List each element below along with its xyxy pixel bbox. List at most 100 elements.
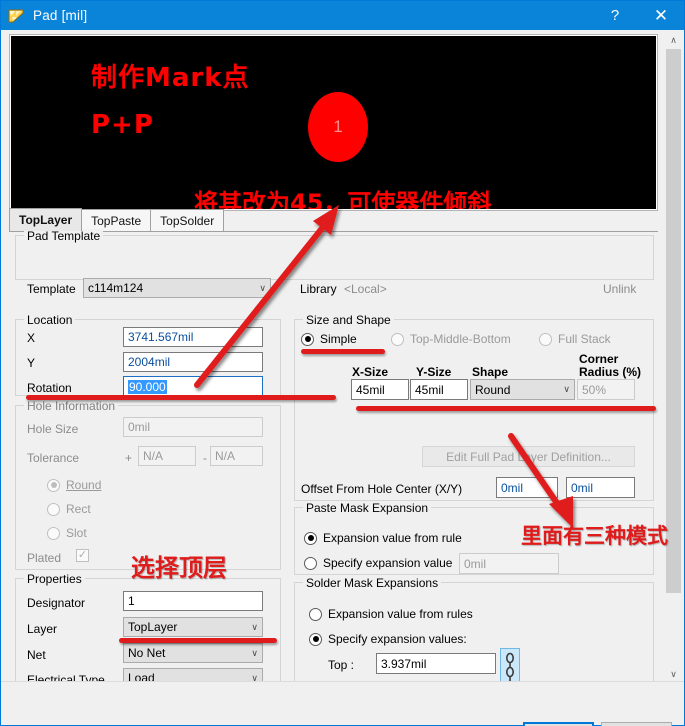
designator-label: Designator — [27, 596, 85, 610]
markup-underline-simple — [301, 349, 385, 354]
close-button[interactable]: ✕ — [638, 1, 684, 30]
location-y-value: 2004mil — [128, 355, 170, 369]
net-combo[interactable]: No Net ∨ — [123, 643, 263, 663]
corner-radius-header-line2: Radius (%) — [579, 365, 641, 379]
edit-full-pad-layer-definition-button[interactable]: Edit Full Pad Layer Definition... — [422, 446, 635, 467]
radio-indicator — [47, 479, 60, 492]
preview-annotation-pick-place: P+P — [91, 112, 154, 138]
markup-underline-rotation — [26, 395, 336, 400]
solder-top-value: 3.937mil — [381, 657, 426, 671]
hole-size-label: Hole Size — [27, 422, 78, 436]
rotation-value: 90.000 — [128, 380, 167, 394]
size-mode-top-middle-bottom-label: Top-Middle-Bottom — [410, 332, 511, 346]
scrollbar-thumb[interactable] — [666, 49, 681, 593]
radio-indicator — [47, 527, 60, 540]
solder-expansion-from-rules-label: Expansion value from rules — [328, 607, 473, 621]
size-mode-simple-radio[interactable]: Simple — [301, 332, 357, 346]
vertical-scrollbar[interactable]: ∧ ∨ — [665, 32, 682, 683]
paste-expansion-specify-radio[interactable]: Specify expansion value — [304, 556, 452, 570]
preview-annotation-rotation-hint: 将其改为45，可使器件倾斜 — [194, 191, 491, 209]
location-x-value: 3741.567mil — [128, 330, 193, 344]
x-size-value: 45mil — [356, 383, 385, 397]
edit-full-pad-layer-definition-label: Edit Full Pad Layer Definition... — [446, 450, 611, 464]
paste-expansion-from-rule-label: Expansion value from rule — [323, 531, 462, 545]
x-size-header: X-Size — [352, 365, 388, 379]
offset-x-input[interactable]: 0mil — [496, 477, 558, 498]
radio-indicator — [304, 532, 317, 545]
location-y-label: Y — [27, 356, 35, 370]
radio-indicator — [47, 503, 60, 516]
paste-expansion-specify-label: Specify expansion value — [323, 556, 452, 570]
pad-properties-dialog: Pad [mil] ? ✕ 制作Mark点 P+P 将其改为45，可使器件倾斜 … — [0, 0, 685, 726]
pad-designator-label: 1 — [333, 117, 342, 137]
size-mode-simple-label: Simple — [320, 332, 357, 346]
hole-shape-round-radio[interactable]: Round — [47, 478, 101, 492]
size-mode-full-stack-radio[interactable]: Full Stack — [539, 332, 611, 346]
pad-shape-combo[interactable]: Round ∨ — [470, 379, 575, 400]
rotation-input[interactable]: 90.000 — [123, 376, 263, 397]
location-x-input[interactable]: 3741.567mil — [123, 327, 263, 347]
paste-mask-expansion-legend: Paste Mask Expansion — [303, 501, 431, 515]
hole-shape-slot-label: Slot — [66, 526, 87, 540]
plated-checkbox[interactable]: ✓ — [76, 549, 95, 562]
layer-tabs: TopLayer TopPaste TopSolder — [9, 210, 658, 232]
size-mode-top-middle-bottom-radio[interactable]: Top-Middle-Bottom — [391, 332, 511, 346]
designator-input[interactable]: 1 — [123, 591, 263, 611]
y-size-header: Y-Size — [416, 365, 451, 379]
shape-header: Shape — [472, 365, 508, 379]
hole-shape-slot-radio[interactable]: Slot — [47, 526, 87, 540]
tab-toplayer[interactable]: TopLayer — [9, 208, 82, 231]
cancel-button[interactable]: Cancel — [601, 722, 672, 726]
pad-preview-canvas[interactable]: 制作Mark点 P+P 将其改为45，可使器件倾斜 1 — [11, 36, 656, 209]
checkbox-indicator: ✓ — [76, 549, 89, 562]
hole-size-input[interactable]: 0mil — [123, 417, 263, 437]
tab-toppaste[interactable]: TopPaste — [81, 209, 151, 231]
title-bar: Pad [mil] ? ✕ — [1, 1, 684, 30]
location-x-label: X — [27, 331, 35, 345]
tolerance-plus-input[interactable]: N/A — [138, 446, 196, 466]
template-combo[interactable]: c114m124 ∨ — [83, 278, 271, 298]
tolerance-minus-input[interactable]: N/A — [210, 446, 263, 466]
net-combo-value: No Net — [128, 646, 165, 660]
corner-radius-input[interactable]: 50% — [577, 379, 635, 400]
radio-indicator — [309, 633, 322, 646]
markup-note-three-modes: 里面有三种模式 — [521, 520, 668, 550]
radio-indicator — [301, 333, 314, 346]
solder-top-input[interactable]: 3.937mil — [376, 653, 496, 674]
pad-icon — [7, 7, 25, 25]
preview-annotation-make-mark: 制作Mark点 — [91, 65, 250, 91]
solder-expansion-specify-radio[interactable]: Specify expansion values: — [309, 632, 467, 646]
x-size-input[interactable]: 45mil — [351, 379, 409, 400]
solder-top-label: Top : — [328, 658, 354, 672]
hole-shape-round-label: Round — [66, 478, 101, 492]
scroll-up-icon[interactable]: ∧ — [665, 32, 682, 49]
layer-combo[interactable]: TopLayer ∨ — [123, 617, 263, 637]
designator-value: 1 — [128, 594, 135, 608]
offset-from-hole-center-label: Offset From Hole Center (X/Y) — [301, 482, 462, 496]
radio-indicator — [304, 557, 317, 570]
solder-mask-expansions-legend: Solder Mask Expansions — [303, 576, 441, 590]
dialog-footer — [1, 681, 684, 725]
size-and-shape-legend: Size and Shape — [303, 313, 394, 327]
location-y-input[interactable]: 2004mil — [123, 352, 263, 372]
paste-expansion-value: 0mil — [464, 557, 486, 571]
radio-indicator — [539, 333, 552, 346]
tab-topsolder[interactable]: TopSolder — [150, 209, 224, 231]
ok-button[interactable]: OK — [523, 722, 594, 726]
paste-expansion-value-input[interactable]: 0mil — [459, 553, 559, 574]
markup-underline-size-row — [356, 406, 656, 411]
hole-shape-rect-label: Rect — [66, 502, 91, 516]
window-title: Pad [mil] — [33, 8, 87, 23]
y-size-input[interactable]: 45mil — [410, 379, 468, 400]
pad-shape-preview: 1 — [308, 92, 368, 162]
size-mode-full-stack-label: Full Stack — [558, 332, 611, 346]
tolerance-plus-value: N/A — [143, 449, 163, 463]
paste-expansion-from-rule-radio[interactable]: Expansion value from rule — [304, 531, 462, 545]
offset-y-input[interactable]: 0mil — [566, 477, 635, 498]
hole-shape-rect-radio[interactable]: Rect — [47, 502, 91, 516]
hole-size-value: 0mil — [128, 420, 150, 434]
dialog-client-area: 制作Mark点 P+P 将其改为45，可使器件倾斜 1 ∧ ∨ TopLayer… — [1, 30, 684, 725]
solder-expansion-from-rules-radio[interactable]: Expansion value from rules — [309, 607, 473, 621]
help-button[interactable]: ? — [592, 1, 638, 30]
unlink-link[interactable]: Unlink — [603, 282, 636, 296]
